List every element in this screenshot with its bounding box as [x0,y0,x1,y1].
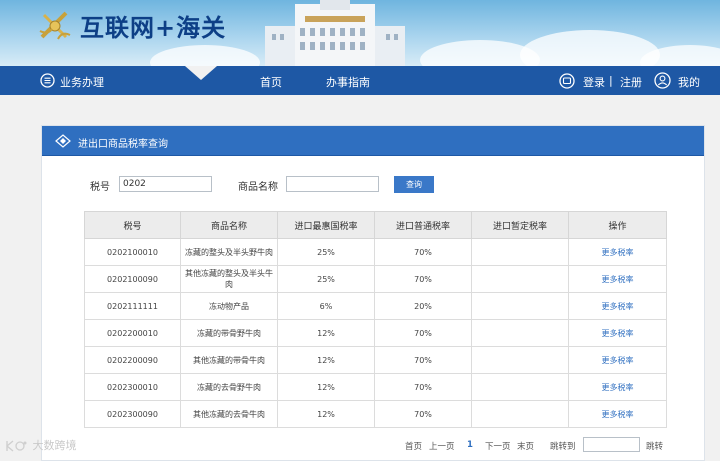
pager-next[interactable]: 下一页 [485,440,511,452]
cell-mfn-rate: 6% [277,292,375,320]
cell-provisional-rate [471,265,569,293]
banner-cloud [150,45,260,66]
column-header: 商品名称 [180,211,278,239]
watermark-text: 大数跨境 [32,439,77,452]
name-label: 商品名称 [238,182,278,193]
cell-provisional-rate [471,400,569,428]
cell-product-name: 冻藏的整头及半头野牛肉 [180,238,278,266]
nav-notch [185,66,217,80]
nav-separator: | [609,74,613,87]
more-rates-link[interactable]: 更多税率 [568,238,667,266]
header-banner: 互联网+海关 [0,0,720,66]
code-label: 税号 [90,182,110,193]
cell-provisional-rate [471,373,569,401]
cell-general-rate: 70% [374,319,472,347]
cell-mfn-rate: 12% [277,319,375,347]
cell-product-name: 其他冻藏的带骨牛肉 [180,346,278,374]
cell-mfn-rate: 12% [277,373,375,401]
code-input[interactable] [119,176,212,192]
cell-mfn-rate: 25% [277,238,375,266]
user-icon[interactable] [654,72,671,89]
panel-title: 进出口商品税率查询 [78,139,168,150]
cell-tariff-code: 0202300090 [84,400,181,428]
cell-general-rate: 70% [374,265,472,293]
table-row: 0202111111 冻动物产品 6% 20% 更多税率 [84,292,667,320]
cell-product-name: 冻藏的带骨野牛肉 [180,319,278,347]
main-nav: 业务办理 首页 办事指南 登录 | 注册 我的 [0,66,720,95]
more-rates-link[interactable]: 更多税率 [568,346,667,374]
register-link[interactable]: 注册 [620,74,642,90]
more-rates-link[interactable]: 更多税率 [568,319,667,347]
cell-general-rate: 20% [374,292,472,320]
cell-provisional-rate [471,346,569,374]
cell-product-name: 冻藏的去骨野牛肉 [180,373,278,401]
cell-tariff-code: 0202111111 [84,292,181,320]
cell-provisional-rate [471,238,569,266]
cell-product-name: 其他冻藏的去骨牛肉 [180,400,278,428]
cell-general-rate: 70% [374,238,472,266]
menu-icon[interactable] [40,73,55,88]
table-header-row: 税号 商品名称 进口最惠国税率 进口普通税率 进口暂定税率 操作 [84,211,667,239]
site-title: 互联网+海关 [80,13,227,42]
pager-first[interactable]: 首页 [405,440,422,452]
cell-provisional-rate [471,292,569,320]
more-rates-link[interactable]: 更多税率 [568,292,667,320]
more-rates-link[interactable]: 更多税率 [568,265,667,293]
pager-last[interactable]: 末页 [517,440,534,452]
cell-product-name: 冻动物产品 [180,292,278,320]
table-row: 0202100010 冻藏的整头及半头野牛肉 25% 70% 更多税率 [84,238,667,266]
pager-jump-button[interactable]: 跳转 [646,440,663,452]
more-rates-link[interactable]: 更多税率 [568,400,667,428]
column-header: 进口暂定税率 [471,211,569,239]
pager-current[interactable]: 1 [467,440,473,450]
nav-guide[interactable]: 办事指南 [326,74,370,90]
panel-header: 进出口商品税率查询 [42,126,704,156]
table-row: 0202200090 其他冻藏的带骨牛肉 12% 70% 更多税率 [84,346,667,374]
watermark-logo-icon [6,440,27,452]
column-header: 操作 [568,211,667,239]
cell-product-name: 其他冻藏的整头及半头牛肉 [180,265,278,293]
column-header: 进口普通税率 [374,211,472,239]
banner-cloud [520,30,660,66]
more-rates-link[interactable]: 更多税率 [568,373,667,401]
pager-jump-input[interactable] [583,437,640,452]
pager-prev[interactable]: 上一页 [429,440,455,452]
column-header: 税号 [84,211,181,239]
cell-tariff-code: 0202100090 [84,265,181,293]
pager-jump-label: 跳转到 [550,442,576,452]
tariff-query-panel: 进出口商品税率查询 税号 商品名称 查询 税号 商品名称 进口最惠国税率 进口普… [41,125,705,461]
customs-emblem-icon [39,11,71,40]
table-row: 0202300090 其他冻藏的去骨牛肉 12% 70% 更多税率 [84,400,667,428]
login-link[interactable]: 登录 [583,74,605,90]
watermark: 大数跨境 [5,437,77,453]
column-header: 进口最惠国税率 [277,211,375,239]
name-input[interactable] [286,176,379,192]
login-icon[interactable] [559,73,575,89]
cell-mfn-rate: 12% [277,346,375,374]
mine-link[interactable]: 我的 [678,74,700,90]
nav-home[interactable]: 首页 [260,74,282,90]
tariff-icon [55,134,71,148]
customs-building-image [265,0,405,66]
nav-business[interactable]: 业务办理 [60,74,104,90]
cell-provisional-rate [471,319,569,347]
cell-general-rate: 70% [374,346,472,374]
cell-tariff-code: 0202300010 [84,373,181,401]
cell-tariff-code: 0202100010 [84,238,181,266]
cell-general-rate: 70% [374,373,472,401]
query-button[interactable]: 查询 [394,176,434,193]
table-row: 0202100090 其他冻藏的整头及半头牛肉 25% 70% 更多税率 [84,265,667,293]
cell-tariff-code: 0202200090 [84,346,181,374]
cell-mfn-rate: 12% [277,400,375,428]
tariff-table: 税号 商品名称 进口最惠国税率 进口普通税率 进口暂定税率 操作 0202100… [84,211,667,428]
table-row: 0202300010 冻藏的去骨野牛肉 12% 70% 更多税率 [84,373,667,401]
cell-mfn-rate: 25% [277,265,375,293]
cell-general-rate: 70% [374,400,472,428]
table-row: 0202200010 冻藏的带骨野牛肉 12% 70% 更多税率 [84,319,667,347]
cell-tariff-code: 0202200010 [84,319,181,347]
